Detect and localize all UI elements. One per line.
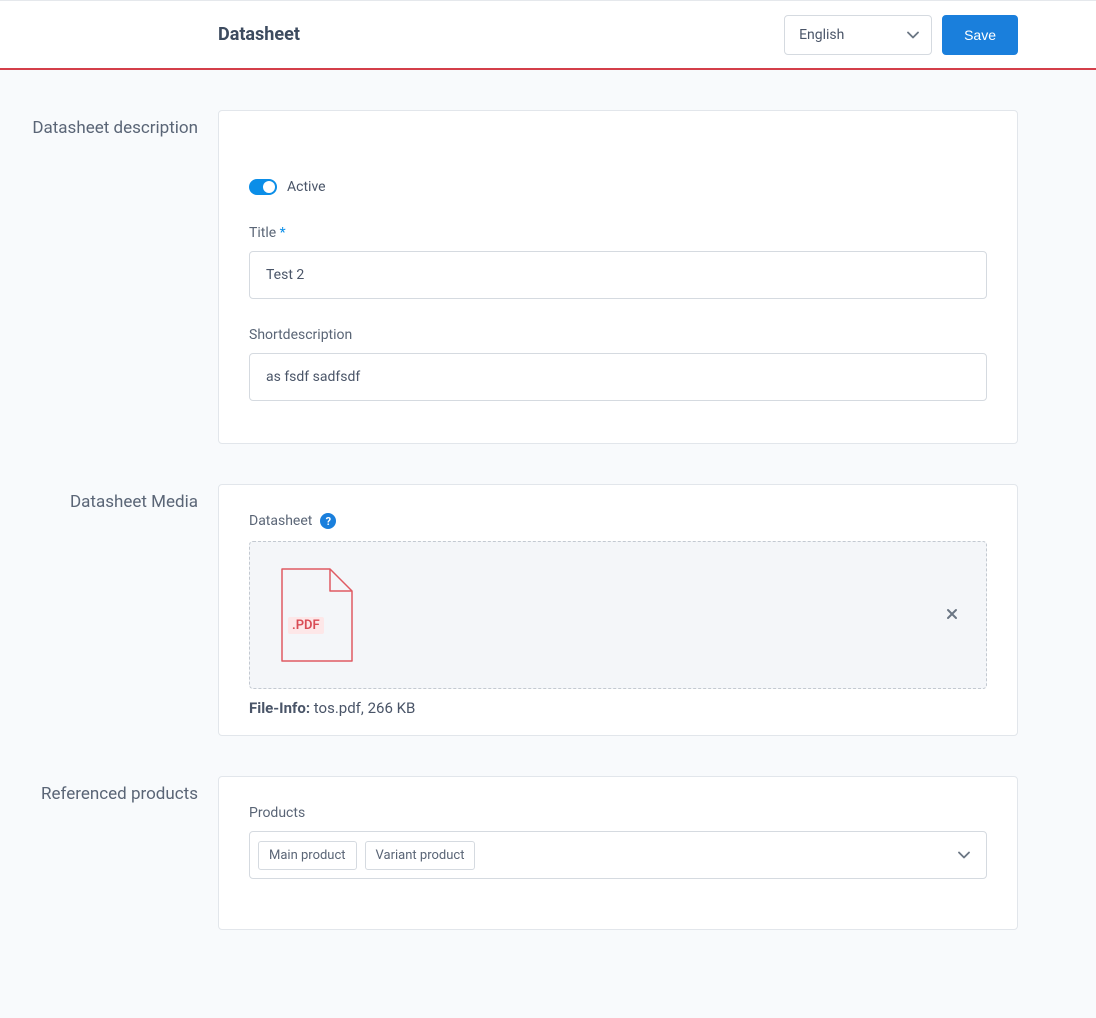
file-name: tos.pdf [314,699,361,717]
section-products: Referenced products Products Main produc… [12,776,1018,930]
file-info-value: tos.pdf, 266 KB [314,699,416,717]
media-field-label-row: Datasheet ? [249,513,987,529]
section-media: Datasheet Media Datasheet ? .PDF [12,484,1018,736]
chevron-down-icon [958,851,970,859]
remove-file-button[interactable] [946,607,958,623]
file-extension-badge: .PDF [288,617,324,634]
active-toggle[interactable] [249,179,277,195]
product-tag[interactable]: Variant product [365,841,476,870]
shortdesc-input[interactable] [249,353,987,401]
title-label: Title * [249,225,987,241]
page-content: Datasheet description Active Title * Sho… [0,70,1096,1010]
section-media-heading: Datasheet Media [12,484,218,736]
section-products-heading: Referenced products [12,776,218,930]
title-label-text: Title [249,225,276,241]
description-card: Active Title * Shortdescription [218,110,1018,444]
save-button[interactable]: Save [942,15,1018,55]
active-toggle-label: Active [287,179,326,195]
close-icon [946,608,958,620]
products-card: Products Main product Variant product [218,776,1018,930]
products-field-label: Products [249,805,987,821]
section-description: Datasheet description Active Title * Sho… [12,110,1018,444]
media-field-label: Datasheet [249,513,312,529]
page-title: Datasheet [218,24,300,45]
products-multiselect[interactable]: Main product Variant product [249,831,987,879]
page-header: Datasheet English Save [0,0,1096,70]
shortdesc-field: Shortdescription [249,327,987,401]
file-icon: .PDF [280,567,354,663]
file-dropzone[interactable]: .PDF [249,541,987,689]
product-tag[interactable]: Main product [258,841,357,870]
chevron-down-icon [907,31,919,39]
language-select-value: English [799,27,844,43]
required-asterisk: * [280,225,286,241]
language-select[interactable]: English [784,15,932,55]
file-size: 266 KB [368,699,416,717]
title-input[interactable] [249,251,987,299]
file-info: File-Info: tos.pdf, 266 KB [249,699,987,717]
active-toggle-row: Active [249,179,987,195]
header-controls: English Save [784,15,1018,55]
title-field: Title * [249,225,987,299]
help-icon[interactable]: ? [320,513,336,529]
section-description-heading: Datasheet description [12,110,218,444]
shortdesc-label: Shortdescription [249,327,987,343]
file-info-label: File-Info: [249,699,310,717]
media-card: Datasheet ? .PDF File-Info: tos.pdf, 266… [218,484,1018,736]
